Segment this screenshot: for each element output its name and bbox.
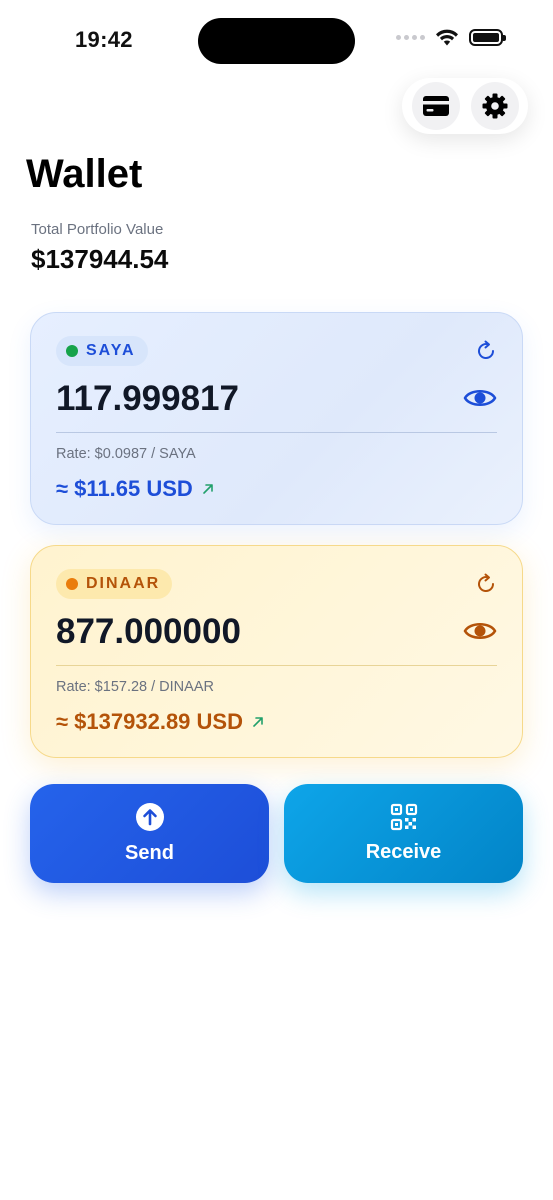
token-balance: 117.999817 bbox=[56, 379, 239, 418]
status-icons bbox=[396, 28, 506, 46]
token-usd-value: ≈ $137932.89 USD bbox=[56, 709, 265, 735]
token-symbol: SAYA bbox=[86, 342, 136, 359]
card-icon bbox=[422, 96, 449, 116]
token-badge: SAYA bbox=[56, 336, 148, 366]
portfolio-label: Total Portfolio Value bbox=[31, 221, 164, 238]
receive-button[interactable]: Receive bbox=[284, 784, 523, 883]
settings-button[interactable] bbox=[470, 82, 519, 130]
cellular-signal-icon bbox=[396, 34, 425, 40]
token-card-dinaar[interactable]: DINAAR 877.000000 Rate: $157.28 / DINAAR… bbox=[30, 545, 523, 758]
token-usd-value: ≈ $11.65 USD bbox=[56, 476, 215, 502]
refresh-icon[interactable] bbox=[474, 339, 498, 363]
token-card-saya[interactable]: SAYA 117.999817 Rate: $0.0987 / SAYA ≈ $… bbox=[30, 312, 523, 525]
send-button[interactable]: Send bbox=[30, 784, 269, 883]
card-button[interactable] bbox=[411, 82, 460, 130]
qr-code-icon bbox=[390, 803, 417, 831]
trend-up-icon bbox=[253, 717, 263, 727]
status-dot-icon bbox=[66, 345, 78, 357]
token-rate: Rate: $157.28 / DINAAR bbox=[56, 679, 214, 695]
usd-value-text: ≈ $137932.89 USD bbox=[56, 709, 243, 734]
usd-value-text: ≈ $11.65 USD bbox=[56, 476, 193, 501]
send-label: Send bbox=[125, 842, 174, 864]
refresh-icon[interactable] bbox=[474, 572, 498, 596]
battery-icon bbox=[469, 28, 506, 46]
status-dot-icon bbox=[66, 578, 78, 590]
page-title: Wallet bbox=[26, 152, 143, 196]
dynamic-island bbox=[198, 18, 355, 64]
gear-icon bbox=[482, 93, 507, 119]
divider bbox=[56, 432, 497, 433]
status-time: 19:42 bbox=[75, 27, 133, 52]
wifi-icon bbox=[436, 29, 458, 46]
token-badge: DINAAR bbox=[56, 569, 173, 599]
trend-up-icon bbox=[203, 484, 213, 494]
eye-icon[interactable] bbox=[463, 385, 497, 411]
divider bbox=[56, 665, 497, 666]
token-rate: Rate: $0.0987 / SAYA bbox=[56, 446, 196, 462]
token-balance: 877.000000 bbox=[56, 612, 241, 651]
receive-label: Receive bbox=[365, 841, 442, 863]
eye-icon[interactable] bbox=[463, 618, 497, 644]
arrow-up-circle-icon bbox=[135, 803, 164, 831]
portfolio-value: $137944.54 bbox=[31, 244, 169, 274]
top-actions bbox=[402, 78, 528, 134]
token-symbol: DINAAR bbox=[86, 575, 161, 592]
